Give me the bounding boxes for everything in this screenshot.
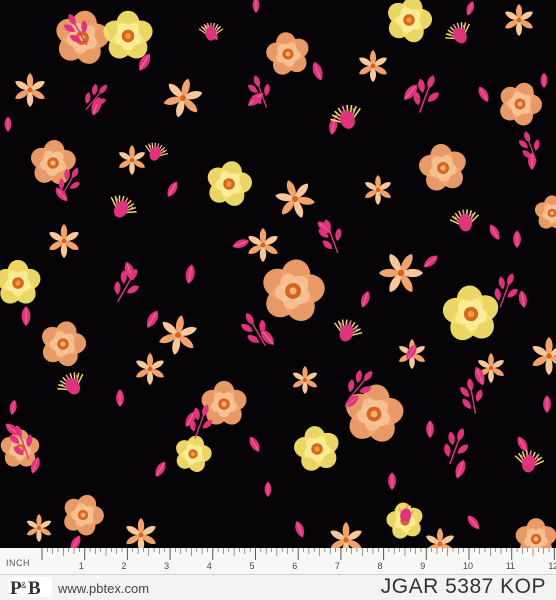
pink-leaf-icon: [540, 72, 548, 88]
lily-icon: [378, 253, 424, 293]
fabric-print: [0, 0, 556, 548]
peach-rose-icon: [266, 32, 309, 75]
thistle-icon: [334, 319, 363, 342]
lily-icon: [532, 337, 556, 375]
lily-icon: [330, 522, 362, 548]
thistle-icon: [445, 22, 470, 44]
lily-icon: [292, 366, 318, 394]
peach-rose-icon: [419, 143, 466, 191]
lily-icon: [119, 145, 145, 175]
ruler-number: 11: [506, 561, 515, 571]
lily-icon: [136, 353, 164, 385]
thistle-icon: [57, 372, 84, 395]
lily-icon: [49, 224, 79, 258]
lily-icon: [163, 78, 203, 118]
pink-leaf-icon: [360, 290, 370, 308]
yellow-rose-icon: [294, 426, 339, 471]
thistle-icon: [449, 209, 480, 232]
pink-leaf-icon: [155, 461, 166, 477]
ruler-number: 6: [292, 561, 297, 571]
lily-icon: [426, 528, 454, 548]
ruler-number: 2: [121, 561, 126, 571]
peach-rose-icon: [263, 259, 325, 322]
ruler-number: 5: [250, 561, 255, 571]
pink-leaf-icon: [426, 420, 434, 438]
swatch-page: 1 2 3 4 5 6 7 8 9 10 11 12 INCH P & B www.pbtex.com…: [0, 0, 556, 600]
yellow-rose-icon: [0, 259, 41, 304]
lily-icon: [359, 50, 387, 82]
ruler-number: 10: [463, 561, 473, 571]
peach-rose-icon: [500, 82, 542, 126]
pink-leaf-icon: [4, 116, 12, 132]
pink-leaf-icon: [455, 459, 466, 479]
yellow-rose-icon: [176, 435, 212, 472]
pink-leaf-icon: [513, 230, 521, 248]
pink-leaf-icon: [70, 535, 81, 548]
website-link[interactable]: www.pbtex.com: [58, 581, 149, 596]
ruler-number: 4: [207, 561, 212, 571]
svg-text:B: B: [28, 578, 41, 597]
pink-leaf-icon: [543, 395, 551, 413]
inch-ruler: 1 2 3 4 5 6 7 8 9 10 11 12 INCH: [0, 548, 556, 575]
yellow-rose-icon: [207, 161, 253, 206]
pink-leaf-icon: [9, 399, 17, 415]
peach-rose-icon: [534, 195, 556, 229]
peach-rose-icon: [515, 518, 556, 548]
pink-leaf-icon: [489, 224, 500, 240]
swatch-footer: 1 2 3 4 5 6 7 8 9 10 11 12 INCH P & B www.pbtex.com…: [0, 548, 556, 600]
pink-leaf-icon: [232, 239, 250, 249]
lily-icon: [159, 315, 197, 355]
product-sku: JGAR 5387 KOP: [380, 575, 546, 598]
thistle-icon: [145, 142, 169, 161]
lily-icon: [126, 518, 156, 548]
pink-leaf-icon: [518, 290, 527, 308]
thistle-icon: [514, 450, 545, 473]
thistle-icon: [110, 195, 137, 218]
pink-leaf-icon: [295, 520, 305, 538]
pink-leaf-sprig-icon: [444, 428, 469, 465]
ruler-unit-label: INCH: [6, 558, 30, 568]
pink-leaf-icon: [312, 61, 323, 81]
ruler-ticks: 1 2 3 4 5 6 7 8 9 10 11 12: [41, 548, 556, 571]
lily-icon: [365, 175, 391, 205]
ruler-number: 3: [164, 561, 169, 571]
pink-leaf-icon: [116, 389, 124, 407]
ruler-number: 9: [420, 561, 425, 571]
pink-leaf-icon: [467, 515, 480, 530]
lily-icon: [15, 73, 45, 107]
ruler-number: 7: [335, 561, 340, 571]
pink-leaf-icon: [249, 436, 260, 452]
pink-leaf-icon: [252, 0, 260, 13]
pink-leaf-icon: [388, 472, 396, 490]
pb-logo-icon: P & B: [8, 577, 52, 597]
ruler-number: 8: [378, 561, 383, 571]
thistle-icon: [198, 22, 224, 41]
pink-leaf-icon: [517, 436, 528, 452]
ruler-number: 1: [79, 561, 84, 571]
pink-leaf-sprig-icon: [318, 219, 342, 254]
pink-leaf-icon: [185, 264, 195, 284]
pink-leaf-icon: [478, 86, 489, 102]
pink-leaf-icon: [466, 1, 475, 16]
pink-leaf-icon: [21, 306, 31, 326]
svg-text:&: &: [21, 581, 27, 590]
ruler-number: 12: [548, 561, 556, 571]
pink-leaf-icon: [146, 310, 159, 328]
pink-leaf-icon: [423, 255, 438, 268]
peach-rose-icon: [64, 494, 104, 536]
pink-leaf-icon: [264, 481, 272, 497]
peach-rose-icon: [56, 10, 110, 64]
lily-icon: [26, 514, 52, 542]
lily-icon: [248, 228, 278, 262]
yellow-rose-icon: [388, 0, 433, 43]
lily-icon: [275, 180, 315, 218]
peach-rose-icon: [346, 384, 404, 442]
peach-rose-icon: [30, 139, 76, 185]
pink-leaf-icon: [167, 181, 178, 197]
peach-rose-icon: [42, 321, 87, 367]
lily-icon: [505, 3, 533, 36]
floral-pattern: [0, 0, 556, 548]
